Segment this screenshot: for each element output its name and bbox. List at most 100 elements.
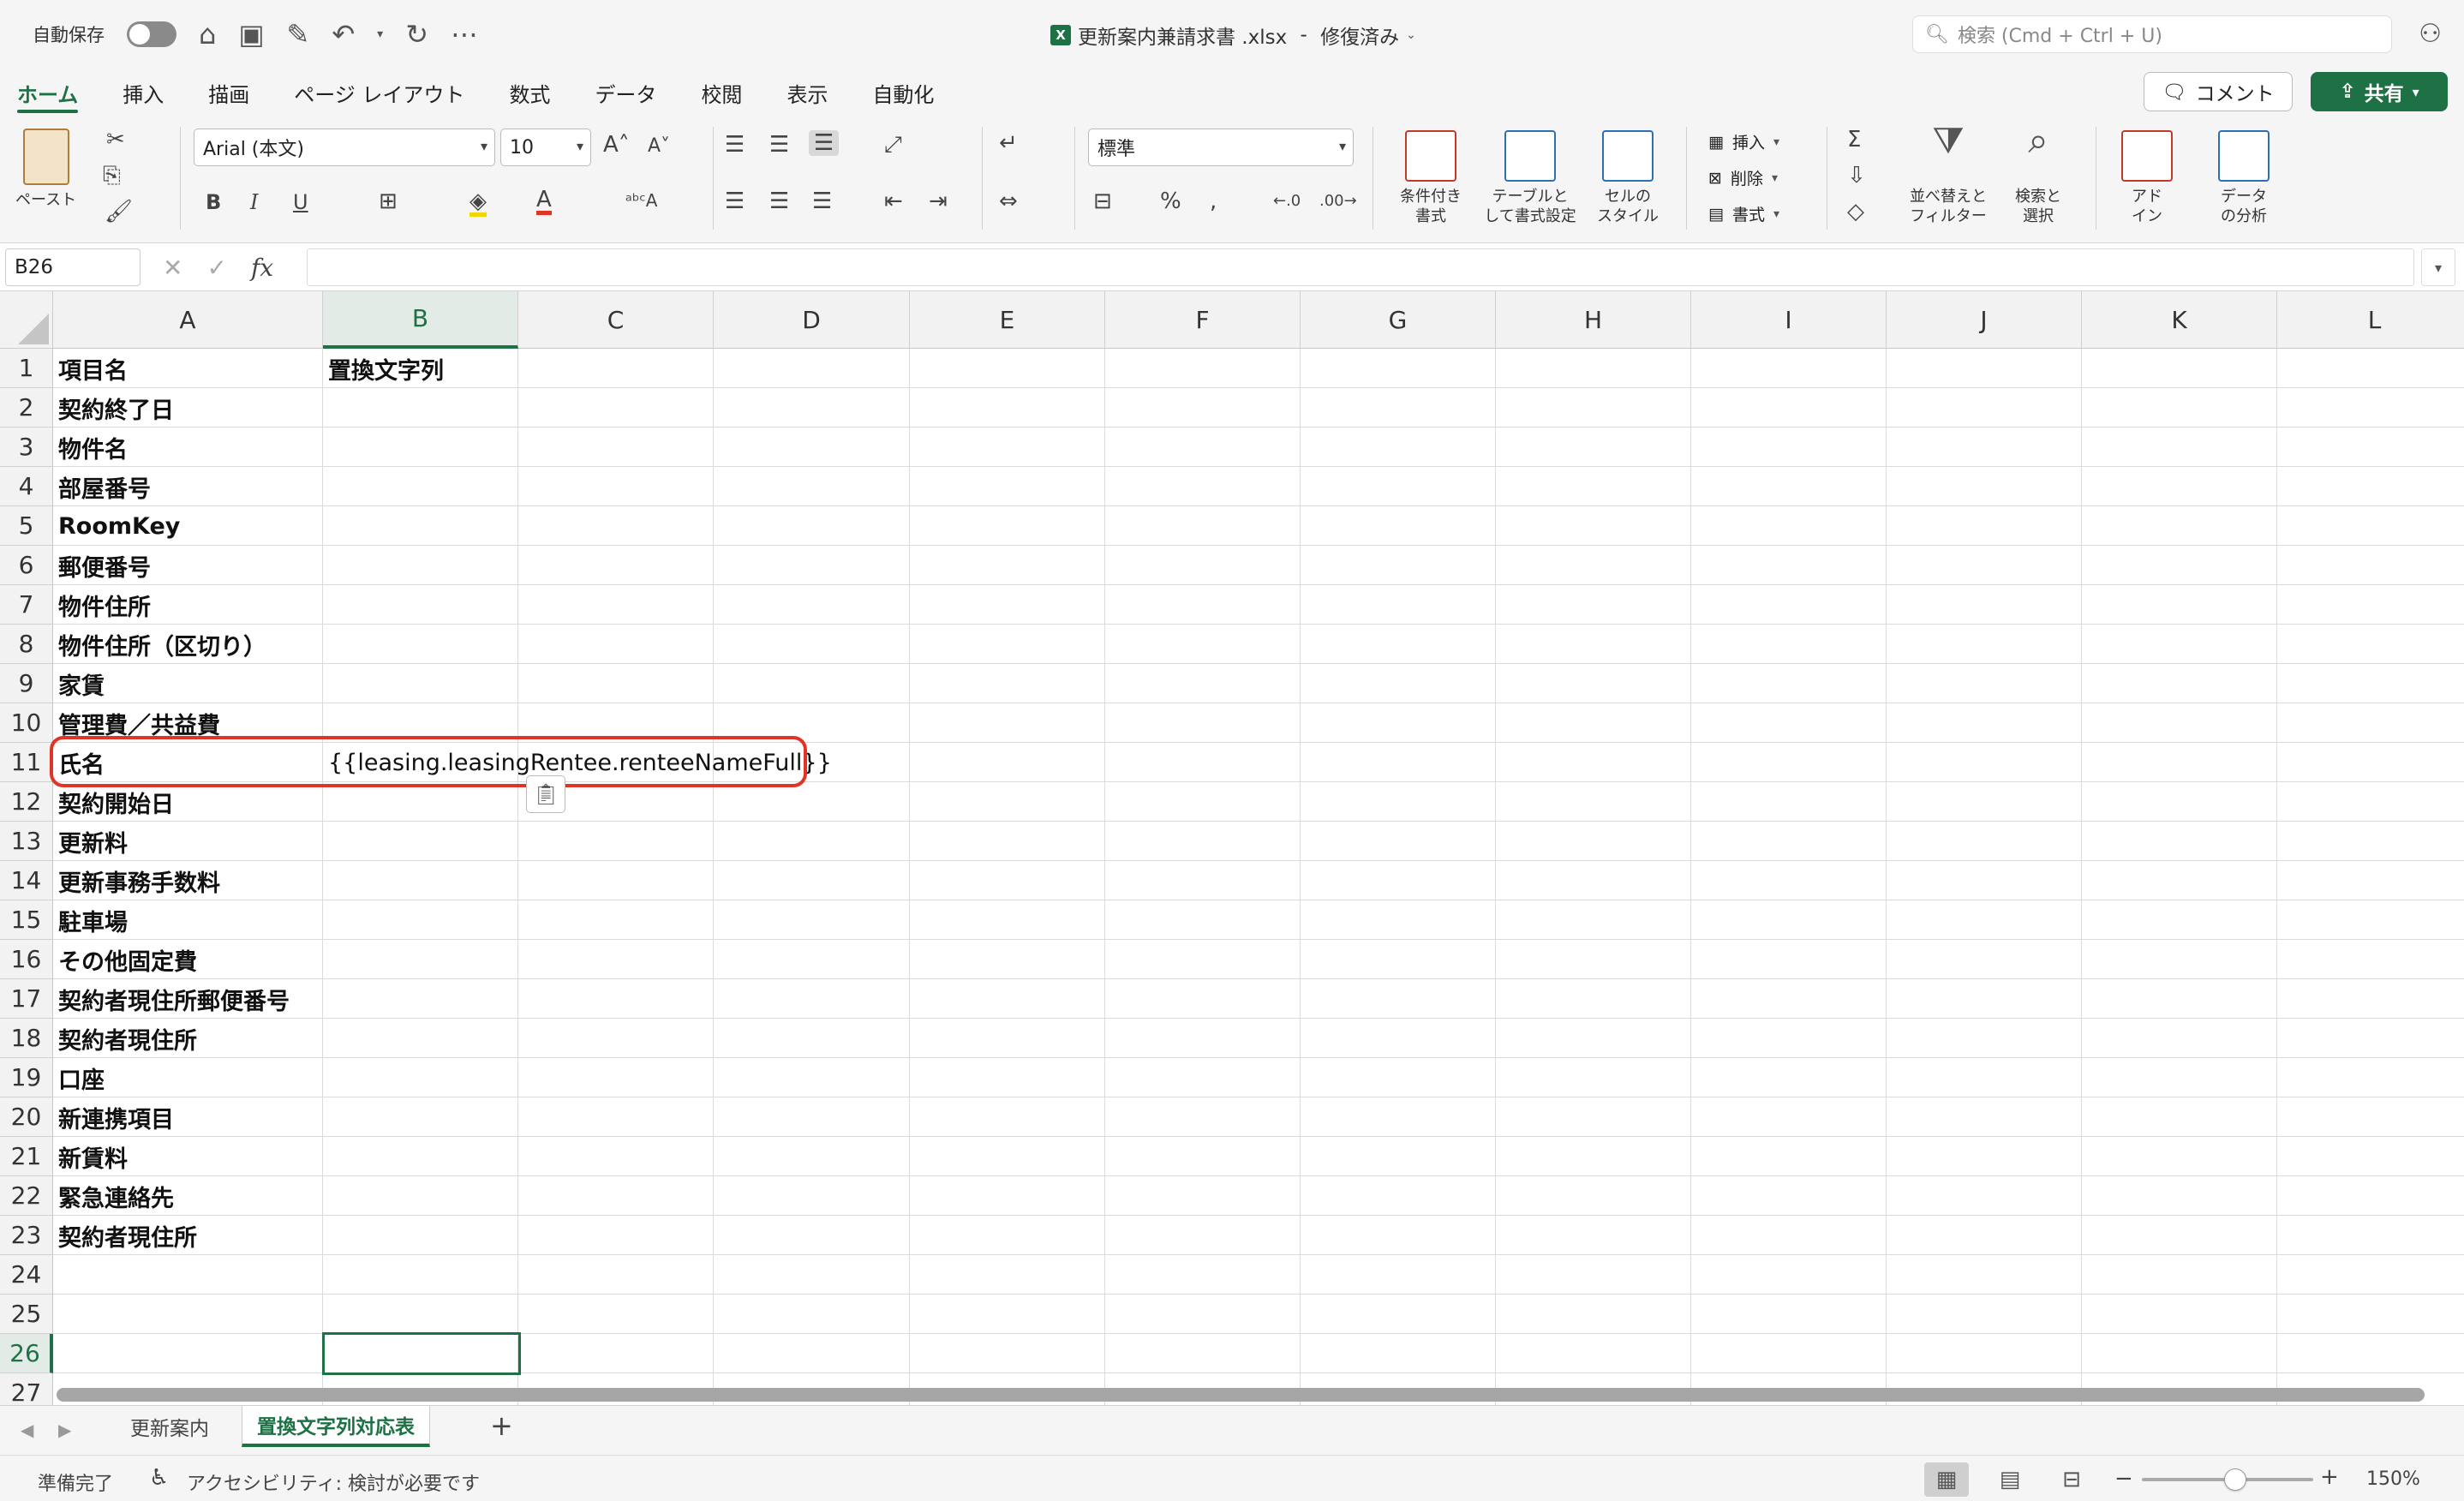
accounting-format-icon[interactable]: ⊟	[1093, 190, 1112, 212]
tab-draw[interactable]: 描画	[208, 69, 249, 117]
cell-A7[interactable]: 物件住所	[53, 585, 151, 625]
cancel-icon[interactable]: ✕	[163, 254, 182, 282]
tab-formulas[interactable]: 数式	[509, 69, 550, 117]
decrease-indent-icon[interactable]: ⇤	[884, 190, 903, 212]
cell-A23[interactable]: 契約者現住所	[53, 1216, 197, 1255]
bold-icon[interactable]: B	[206, 192, 221, 212]
align-middle-icon[interactable]: ☰	[769, 134, 789, 156]
add-ins-button[interactable]: アド イン	[2113, 130, 2181, 226]
column-header-D[interactable]: D	[714, 291, 910, 349]
zoom-slider-thumb[interactable]	[2224, 1468, 2246, 1491]
more-icon[interactable]: ⋯	[451, 21, 478, 48]
prev-sheet-icon[interactable]: ◀	[21, 1420, 33, 1440]
confirm-icon[interactable]: ✓	[206, 254, 226, 282]
cell-A2[interactable]: 契約終了日	[53, 388, 174, 428]
analyze-data-button[interactable]: データ の分析	[2207, 130, 2281, 226]
cell-A6[interactable]: 郵便番号	[53, 546, 151, 585]
formula-input[interactable]	[307, 248, 2414, 286]
row-header-1[interactable]: 1	[0, 349, 53, 388]
format-painter-icon[interactable]: 🖌︎	[105, 200, 133, 223]
next-sheet-icon[interactable]: ▶	[58, 1420, 71, 1440]
search-box[interactable]: 🔍︎ 検索 (Cmd + Ctrl + U)	[1912, 15, 2392, 53]
comment-button[interactable]: 🗨︎ コメント	[2144, 72, 2293, 111]
autosave-toggle[interactable]	[127, 21, 176, 47]
paste-options-icon[interactable]: 📋︎	[526, 775, 565, 813]
row-header-3[interactable]: 3	[0, 428, 53, 467]
fill-icon[interactable]: ⇩	[1847, 164, 1866, 187]
row-header-4[interactable]: 4	[0, 467, 53, 506]
column-header-J[interactable]: J	[1887, 291, 2082, 349]
orientation-icon[interactable]: ⤢	[884, 134, 902, 156]
font-name-select[interactable]: Arial (本文) ▾	[194, 129, 495, 166]
accessibility-icon[interactable]: ♿︎	[149, 1465, 169, 1491]
cell-styles-button[interactable]: セルの スタイル	[1587, 130, 1669, 226]
row-header-2[interactable]: 2	[0, 388, 53, 428]
horizontal-scrollbar[interactable]	[57, 1388, 2425, 1402]
select-all-button[interactable]	[0, 291, 53, 349]
document-title[interactable]: X 更新案内兼請求書 .xlsx - 修復済み ⌄	[1050, 21, 1416, 50]
tab-data[interactable]: データ	[595, 69, 656, 117]
copy-icon[interactable]: ⎘	[103, 164, 121, 187]
row-header-12[interactable]: 12	[0, 782, 53, 822]
row-header-16[interactable]: 16	[0, 940, 53, 979]
row-header-6[interactable]: 6	[0, 546, 53, 585]
underline-icon[interactable]: U	[293, 192, 308, 212]
row-header-25[interactable]: 25	[0, 1295, 53, 1334]
decrease-font-icon[interactable]: A˅	[648, 137, 670, 156]
align-top-icon[interactable]: ☰	[725, 134, 745, 156]
worksheet-grid[interactable]: A B C D E F G H I J K L 1 2 3 4 5 6 7 8 9 10 11 12 13 14 15 16 17 18 1…	[0, 291, 2464, 1405]
add-sheet-icon[interactable]: +	[490, 1409, 513, 1442]
share-button[interactable]: ⇪ 共有 ▾	[2311, 72, 2448, 111]
fill-color-icon[interactable]: ◈	[469, 190, 487, 217]
cell-A22[interactable]: 緊急連絡先	[53, 1176, 174, 1216]
insert-cells-button[interactable]: ▦ 挿入 ▾	[1708, 130, 1779, 153]
clear-icon[interactable]: ◇	[1847, 200, 1864, 223]
cell-A19[interactable]: 口座	[53, 1058, 105, 1097]
save-icon[interactable]: ▣	[238, 21, 264, 48]
column-header-H[interactable]: H	[1496, 291, 1691, 349]
italic-icon[interactable]: I	[250, 192, 258, 212]
cell-A14[interactable]: 更新事務手数料	[53, 861, 220, 900]
increase-font-icon[interactable]: A˄	[603, 134, 630, 156]
tab-automate[interactable]: 自動化	[872, 69, 934, 117]
cell-A3[interactable]: 物件名	[53, 428, 128, 467]
sheet-tab-replacement-table[interactable]: 置換文字列対応表	[242, 1406, 430, 1447]
row-header-9[interactable]: 9	[0, 664, 53, 703]
phonetic-icon[interactable]: ᵃᵇᶜA	[625, 192, 657, 209]
cut-icon[interactable]: ✂	[106, 129, 125, 151]
decrease-decimal-icon[interactable]: .00→	[1319, 194, 1357, 209]
row-header-15[interactable]: 15	[0, 900, 53, 940]
format-as-table-button[interactable]: テーブルと して書式設定	[1479, 130, 1582, 226]
row-header-21[interactable]: 21	[0, 1137, 53, 1176]
find-select-button[interactable]: ⌕ 検索と 選択	[2001, 123, 2075, 226]
cell-A16[interactable]: その他固定費	[53, 940, 197, 979]
conditional-format-button[interactable]: 条件付き 書式	[1390, 130, 1472, 226]
column-header-C[interactable]: C	[518, 291, 714, 349]
sort-filter-button[interactable]: ⧩ 並べ替えと フィルター	[1900, 123, 1996, 226]
align-left-icon[interactable]: ☰	[725, 190, 745, 212]
number-format-select[interactable]: 標準 ▾	[1088, 129, 1354, 166]
row-header-7[interactable]: 7	[0, 585, 53, 625]
row-header-20[interactable]: 20	[0, 1097, 53, 1137]
undo-dropdown-icon[interactable]: ▾	[377, 27, 383, 41]
cell-A4[interactable]: 部屋番号	[53, 467, 151, 506]
cell-B1[interactable]: 置換文字列	[323, 349, 444, 388]
column-header-I[interactable]: I	[1691, 291, 1887, 349]
expand-formula-icon[interactable]: ▾	[2421, 248, 2455, 286]
wrap-text-icon[interactable]: ↵	[999, 132, 1018, 154]
zoom-in-icon[interactable]: +	[2320, 1464, 2339, 1490]
cell-A15[interactable]: 駐車場	[53, 900, 128, 940]
tab-review[interactable]: 校閲	[701, 69, 742, 117]
tab-insert[interactable]: 挿入	[123, 69, 164, 117]
column-header-F[interactable]: F	[1105, 291, 1301, 349]
cell-A20[interactable]: 新連携項目	[53, 1097, 174, 1137]
increase-decimal-icon[interactable]: ←.0	[1273, 194, 1301, 209]
row-header-27[interactable]: 27	[0, 1373, 53, 1405]
tab-home[interactable]: ホーム	[17, 69, 79, 117]
percent-icon[interactable]: %	[1160, 190, 1181, 212]
row-header-23[interactable]: 23	[0, 1216, 53, 1255]
column-header-E[interactable]: E	[910, 291, 1105, 349]
row-header-26[interactable]: 26	[0, 1334, 53, 1373]
tab-page-layout[interactable]: ページ レイアウト	[294, 69, 464, 117]
column-header-L[interactable]: L	[2277, 291, 2464, 349]
